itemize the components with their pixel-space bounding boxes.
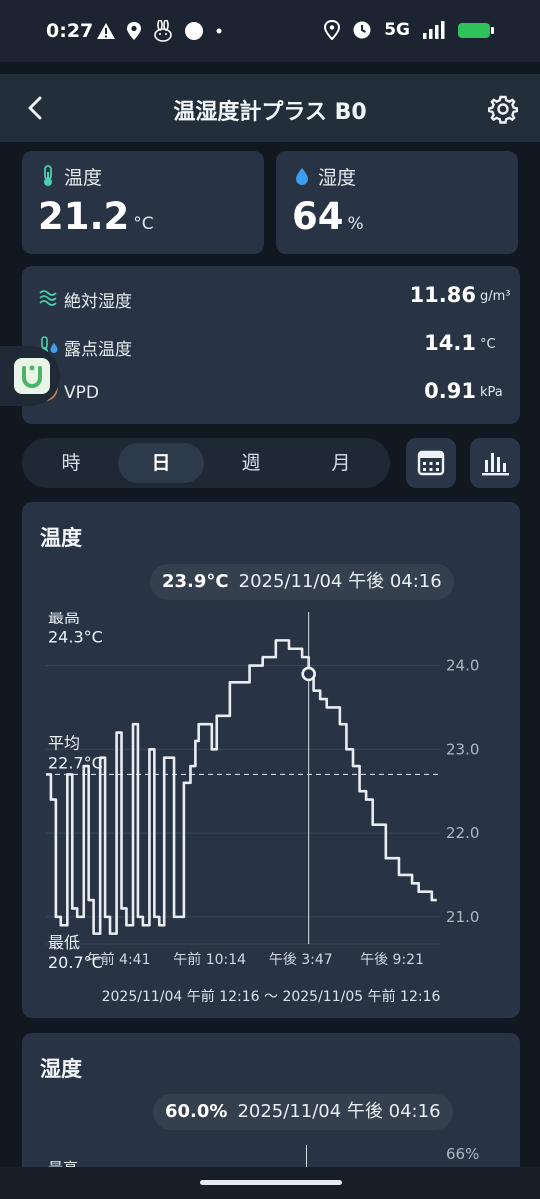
absolute-humidity-label: 絶対湿度 xyxy=(64,292,132,312)
dew-point-value: 14.1 xyxy=(424,331,476,355)
bar-chart-icon xyxy=(482,453,509,476)
vpd-label: VPD xyxy=(64,383,99,403)
absolute-humidity-row: 絶対湿度 11.86 g/m³ xyxy=(22,278,520,318)
x-tick-label: 午前 10:14 xyxy=(173,951,246,968)
status-bar: 0:27 5G xyxy=(0,0,540,62)
x-tick-label: 午後 9:21 xyxy=(360,952,424,968)
circle-icon xyxy=(185,22,203,40)
droplet-icon xyxy=(296,168,308,185)
app-bar: 温湿度計プラス B0 xyxy=(0,74,540,142)
temperature-chart-title: 温度 xyxy=(40,526,82,550)
y-tick-label: 21.0 xyxy=(446,908,479,926)
humidity-unit: % xyxy=(347,214,364,234)
location-icon xyxy=(127,22,141,40)
period-week-tab[interactable]: 週 xyxy=(208,443,294,483)
bar-chart-button[interactable] xyxy=(470,438,520,488)
dew-point-unit: °C xyxy=(480,337,496,352)
device-title: 温湿度計プラス B0 xyxy=(173,100,367,125)
calendar-icon xyxy=(417,450,445,476)
absolute-humidity-value: 11.86 xyxy=(409,283,476,307)
absolute-humidity-unit: g/m³ xyxy=(480,289,511,304)
dew-point-label: 露点温度 xyxy=(64,340,132,360)
y-tick-label: 23.0 xyxy=(446,740,479,758)
dew-point-row: 露点温度 14.1 °C xyxy=(22,326,520,366)
vpd-unit: kPa xyxy=(480,385,503,400)
humidity-chart-title: 湿度 xyxy=(40,1057,82,1081)
average-label: 平均 xyxy=(48,733,80,752)
clock-icon xyxy=(353,21,371,39)
humidity-cursor-line xyxy=(306,1145,307,1169)
y-tick-label: 24.0 xyxy=(446,657,479,675)
tooltip-time: 2025/11/04 午後 04:16 xyxy=(238,571,442,592)
vpd-value: 0.91 xyxy=(424,379,476,403)
home-indicator[interactable] xyxy=(200,1180,342,1185)
assistant-icon xyxy=(14,358,50,394)
humidity-label: 湿度 xyxy=(318,167,357,189)
wave-icon xyxy=(39,290,57,306)
min-value: 20.7°C xyxy=(48,953,103,972)
location-icon xyxy=(324,20,341,40)
status-icons-left xyxy=(96,20,224,42)
floating-assistant-button[interactable] xyxy=(0,346,60,406)
settings-button[interactable] xyxy=(487,94,519,124)
battery-icon xyxy=(458,22,494,38)
temperature-value: 21.2 °C xyxy=(38,195,154,238)
humidity-value: 64% xyxy=(292,195,364,238)
dot-icon xyxy=(216,28,222,34)
metrics-card: 絶対湿度 11.86 g/m³ 露点温度 14.1 °C VPD 0.91 kP… xyxy=(22,266,520,424)
warning-icon xyxy=(97,23,115,39)
chart-tooltip: 23.9°C 2025/11/04 午後 04:16 xyxy=(150,564,454,600)
humidity-top-tick: 66% xyxy=(446,1145,480,1163)
status-time: 0:27 xyxy=(46,20,94,42)
x-tick-label: 午後 3:47 xyxy=(269,952,333,968)
period-hour-tab[interactable]: 時 xyxy=(28,443,114,483)
temperature-unit: °C xyxy=(133,214,154,234)
humidity-tooltip-time: 2025/11/04 午後 04:16 xyxy=(237,1101,441,1122)
humidity-tile: 湿度 64% xyxy=(276,151,518,254)
vpd-row: VPD 0.91 kPa xyxy=(22,374,520,414)
average-value: 22.7°C xyxy=(48,753,103,772)
gear-icon xyxy=(487,95,519,124)
period-day-tab[interactable]: 日 xyxy=(118,443,204,483)
rabbit-icon xyxy=(154,20,172,42)
temperature-series-line xyxy=(46,639,437,935)
humidity-tooltip-value: 60.0% xyxy=(165,1101,228,1122)
cursor-point xyxy=(301,666,316,682)
temperature-label: 温度 xyxy=(64,167,103,189)
status-icons-right: 5G xyxy=(324,20,494,40)
chart-date-range: 2025/11/04 午前 12:16 ～ 2025/11/05 午前 12:1… xyxy=(101,989,441,1005)
temperature-line-chart[interactable]: 24.023.022.021.0午前 4:41 午前 10:14 午後 3:47 午後… xyxy=(22,612,520,992)
tooltip-value: 23.9°C xyxy=(162,571,229,592)
temperature-chart-card: 温度 23.9°C 2025/11/04 午後 04:16 24.0 23.0 22.… xyxy=(22,502,520,1018)
network-type: 5G xyxy=(384,20,410,40)
max-value: 24.3°C xyxy=(48,627,103,646)
min-label: 最低 xyxy=(48,933,80,952)
calendar-button[interactable] xyxy=(406,438,456,488)
period-month-tab[interactable]: 月 xyxy=(298,443,384,483)
signal-icon xyxy=(423,21,445,39)
y-tick-label: 22.0 xyxy=(446,824,479,842)
period-selector: 時 日 週 月 xyxy=(22,438,390,488)
max-label: 最高 xyxy=(48,612,80,626)
thermometer-icon xyxy=(44,165,52,186)
humidity-chart-tooltip: 60.0% 2025/11/04 午後 04:16 xyxy=(153,1094,453,1130)
temperature-tile: 温度 21.2 °C xyxy=(22,151,264,254)
